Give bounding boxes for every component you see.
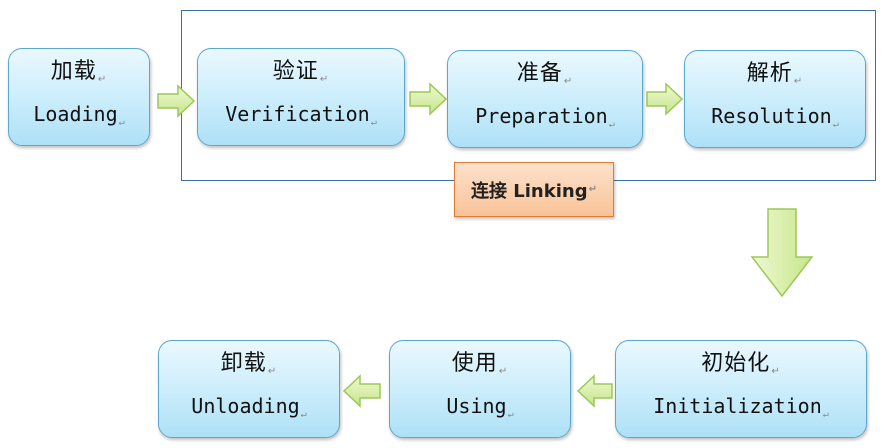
stage-loading: 加载↵ Loading↵ — [8, 48, 150, 146]
stage-initialization-cn: 初始化↵ — [701, 350, 781, 377]
stage-verification-cn: 验证↵ — [272, 58, 330, 85]
stage-unloading-en: Unloading↵ — [191, 393, 307, 420]
stage-resolution: 解析↵ Resolution↵ — [684, 50, 866, 148]
stage-using: 使用↵ Using↵ — [389, 340, 571, 438]
arrow-left-icon — [576, 374, 613, 408]
stage-unloading: 卸载↵ Unloading↵ — [158, 340, 340, 438]
stage-resolution-cn: 解析↵ — [746, 60, 804, 87]
stage-preparation-en: Preparation↵ — [475, 103, 615, 130]
stage-verification: 验证↵ Verification↵ — [197, 48, 405, 146]
stage-using-cn: 使用↵ — [451, 350, 509, 377]
linking-label: 连接 Linking ↵ — [454, 162, 614, 217]
stage-unloading-cn: 卸载↵ — [220, 350, 278, 377]
stage-using-en: Using↵ — [446, 393, 514, 420]
stage-loading-cn: 加载↵ — [50, 58, 108, 85]
stage-initialization-en: Initialization↵ — [653, 393, 829, 420]
arrow-right-icon — [646, 82, 684, 116]
stage-preparation: 准备↵ Preparation↵ — [447, 50, 643, 148]
arrow-left-icon — [342, 374, 381, 408]
stage-verification-en: Verification↵ — [225, 101, 377, 128]
arrow-right-icon — [157, 84, 196, 118]
arrow-right-icon — [409, 82, 448, 116]
stage-initialization: 初始化↵ Initialization↵ — [615, 340, 867, 438]
stage-loading-en: Loading↵ — [33, 101, 125, 128]
stage-resolution-en: Resolution↵ — [711, 103, 839, 130]
stage-preparation-cn: 准备↵ — [516, 60, 574, 87]
arrow-down-icon — [750, 208, 814, 298]
